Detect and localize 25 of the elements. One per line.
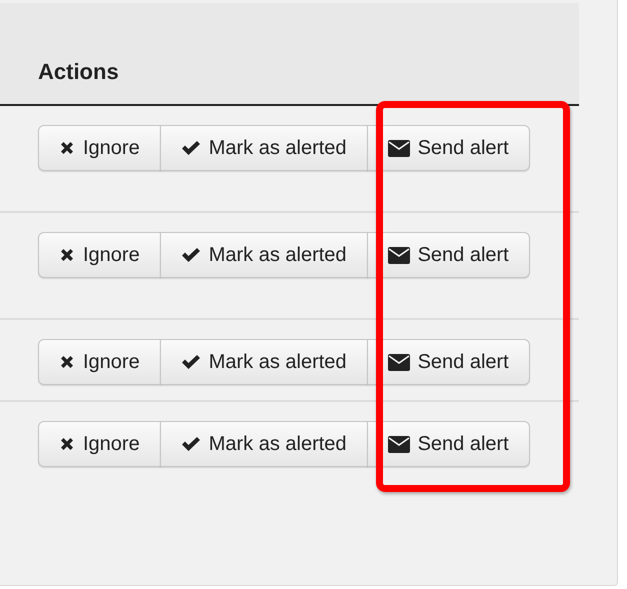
check-icon xyxy=(180,354,201,370)
envelope-icon xyxy=(388,140,410,156)
mark-button[interactable]: Mark as alerted xyxy=(160,232,368,278)
send-button[interactable]: Send alert xyxy=(366,125,530,171)
check-icon xyxy=(180,247,201,263)
envelope-icon xyxy=(388,246,410,264)
send-button[interactable]: Send alert xyxy=(366,232,530,278)
envelope-icon xyxy=(388,436,410,452)
envelope-icon xyxy=(388,354,410,370)
ignore-button[interactable]: Ignore xyxy=(38,421,161,467)
mark-button[interactable]: Mark as alerted xyxy=(160,339,368,385)
mark-button[interactable]: Mark as alerted xyxy=(160,421,368,467)
ignore-button[interactable]: Ignore xyxy=(38,339,161,385)
column-header: Actions xyxy=(38,59,119,85)
ignore-button[interactable]: Ignore xyxy=(38,125,161,171)
close-icon xyxy=(59,354,75,370)
ignore-button[interactable]: Ignore xyxy=(38,232,161,278)
send-button[interactable]: Send alert xyxy=(366,421,530,467)
send-button[interactable]: Send alert xyxy=(366,339,530,385)
mark-button[interactable]: Mark as alerted xyxy=(160,125,368,171)
close-icon xyxy=(59,247,75,263)
check-icon xyxy=(180,436,201,452)
close-icon xyxy=(59,436,75,452)
check-icon xyxy=(180,140,201,156)
close-icon xyxy=(59,140,75,156)
